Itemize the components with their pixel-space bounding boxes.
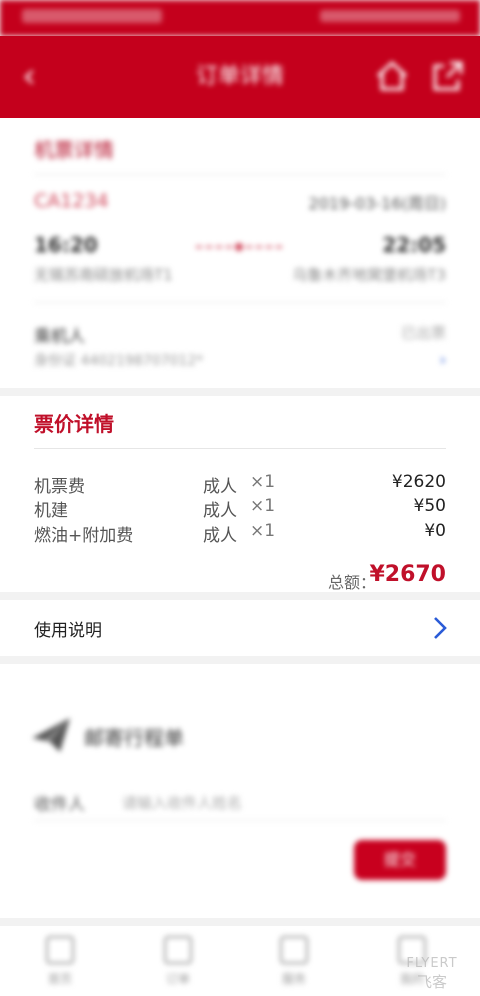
passenger-id: 身份证 4402198707012* <box>34 353 204 369</box>
home-icon <box>46 936 74 964</box>
price-row: 机票费 成人 ×1 ¥2620 <box>0 472 480 497</box>
price-row: 机建 成人 ×1 ¥50 <box>0 496 480 521</box>
price-section-title: 票价详情 <box>34 412 114 436</box>
chevron-right-icon <box>434 617 447 639</box>
arrival-airport: 乌鲁木齐地窝堡机场T3 <box>292 266 446 284</box>
arrival-time: 22:05 <box>382 233 446 257</box>
watermark-line1: FLYERT <box>406 956 458 971</box>
recipient-label: 收件人 <box>34 795 85 815</box>
flight-number: CA1234 <box>34 190 109 212</box>
departure-time: 16:20 <box>34 233 98 257</box>
share-icon[interactable] <box>430 58 466 94</box>
fee-amount: ¥0 <box>424 521 446 541</box>
nav-bar: ‹ 订单详情 <box>0 36 480 118</box>
fee-quantity: ×1 <box>250 472 276 492</box>
submit-button[interactable]: 提交 <box>354 840 446 880</box>
tab-label: 首页 <box>47 972 72 986</box>
price-row: 燃油+附加费 成人 ×1 ¥0 <box>0 521 480 546</box>
mail-itinerary-title: 邮寄行程单 <box>84 726 184 750</box>
divider <box>34 302 446 303</box>
list-icon <box>164 936 192 964</box>
total-amount: ¥2670 <box>369 562 446 587</box>
fee-quantity: ×1 <box>250 496 276 516</box>
price-card: 票价详情 机票费 成人 ×1 ¥2620 机建 成人 ×1 ¥50 燃油+附加费… <box>0 396 480 592</box>
recipient-input[interactable]: 请输入收件人姓名 <box>122 792 242 813</box>
tab-service[interactable]: 服务 <box>254 936 334 992</box>
fee-name: 机票费 <box>34 477 85 497</box>
passenger-type: 成人 <box>203 477 237 497</box>
divider <box>34 174 446 175</box>
fee-quantity: ×1 <box>250 521 276 541</box>
tab-orders[interactable]: 订单 <box>138 936 218 992</box>
route-line-icon <box>196 243 282 251</box>
fee-amount: ¥50 <box>413 496 446 516</box>
status-bar <box>0 0 480 36</box>
ticket-section-title: 机票详情 <box>34 138 114 162</box>
passenger-type: 成人 <box>203 501 237 521</box>
status-bar-right <box>320 10 460 22</box>
fee-name: 燃油+附加费 <box>34 526 134 546</box>
chevron-right-icon[interactable]: › <box>440 350 446 369</box>
passenger-type: 成人 <box>203 526 237 546</box>
usage-instructions-row[interactable]: 使用说明 <box>0 600 480 656</box>
passenger-name: 乘机人 <box>34 327 85 347</box>
service-icon <box>280 936 308 964</box>
usage-instructions-label: 使用说明 <box>34 621 102 641</box>
divider <box>34 448 446 449</box>
home-icon[interactable] <box>374 58 410 94</box>
ticket-card: 机票详情 CA1234 2019-03-16(周日) 16:20 22:05 无… <box>0 118 480 388</box>
flight-date: 2019-03-16(周日) <box>308 194 446 213</box>
paper-plane-icon <box>32 718 70 752</box>
tab-label: 服务 <box>281 972 306 986</box>
fee-name: 机建 <box>34 501 68 521</box>
watermark-line2: 飞客 <box>416 973 447 991</box>
tab-label: 订单 <box>165 972 190 986</box>
status-bar-left <box>22 9 162 23</box>
passenger-status: 已出票 <box>400 324 446 342</box>
tab-home[interactable]: 首页 <box>20 936 100 992</box>
departure-airport: 无锡苏南硕放机场T1 <box>34 266 173 284</box>
divider <box>34 820 446 821</box>
mail-itinerary-card: 邮寄行程单 收件人 请输入收件人姓名 提交 <box>0 664 480 918</box>
fee-amount: ¥2620 <box>391 472 446 492</box>
watermark: FLYERT 飞客 <box>390 956 474 992</box>
